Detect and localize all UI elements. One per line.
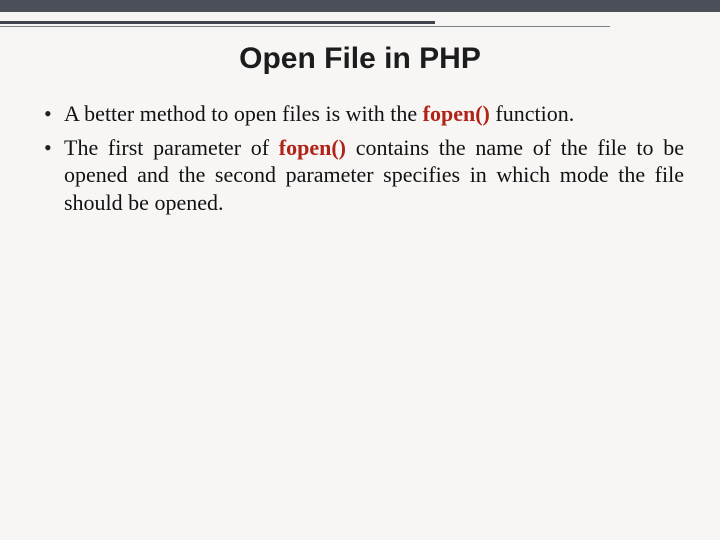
bullet-text-pre: The first parameter of	[64, 135, 279, 160]
slide-body: A better method to open files is with th…	[44, 100, 684, 222]
divider-thin	[0, 26, 610, 27]
bullet-text-pre: A better method to open files is with th…	[64, 101, 423, 126]
divider-thick	[0, 21, 435, 24]
bullet-item: A better method to open files is with th…	[44, 100, 684, 128]
top-bar	[0, 0, 720, 12]
bullet-text-post: function.	[490, 101, 574, 126]
slide: Open File in PHP A better method to open…	[0, 0, 720, 540]
slide-title: Open File in PHP	[0, 42, 720, 76]
keyword-fopen: fopen()	[279, 135, 346, 160]
keyword-fopen: fopen()	[423, 101, 490, 126]
bullet-item: The first parameter of fopen() contains …	[44, 134, 684, 217]
